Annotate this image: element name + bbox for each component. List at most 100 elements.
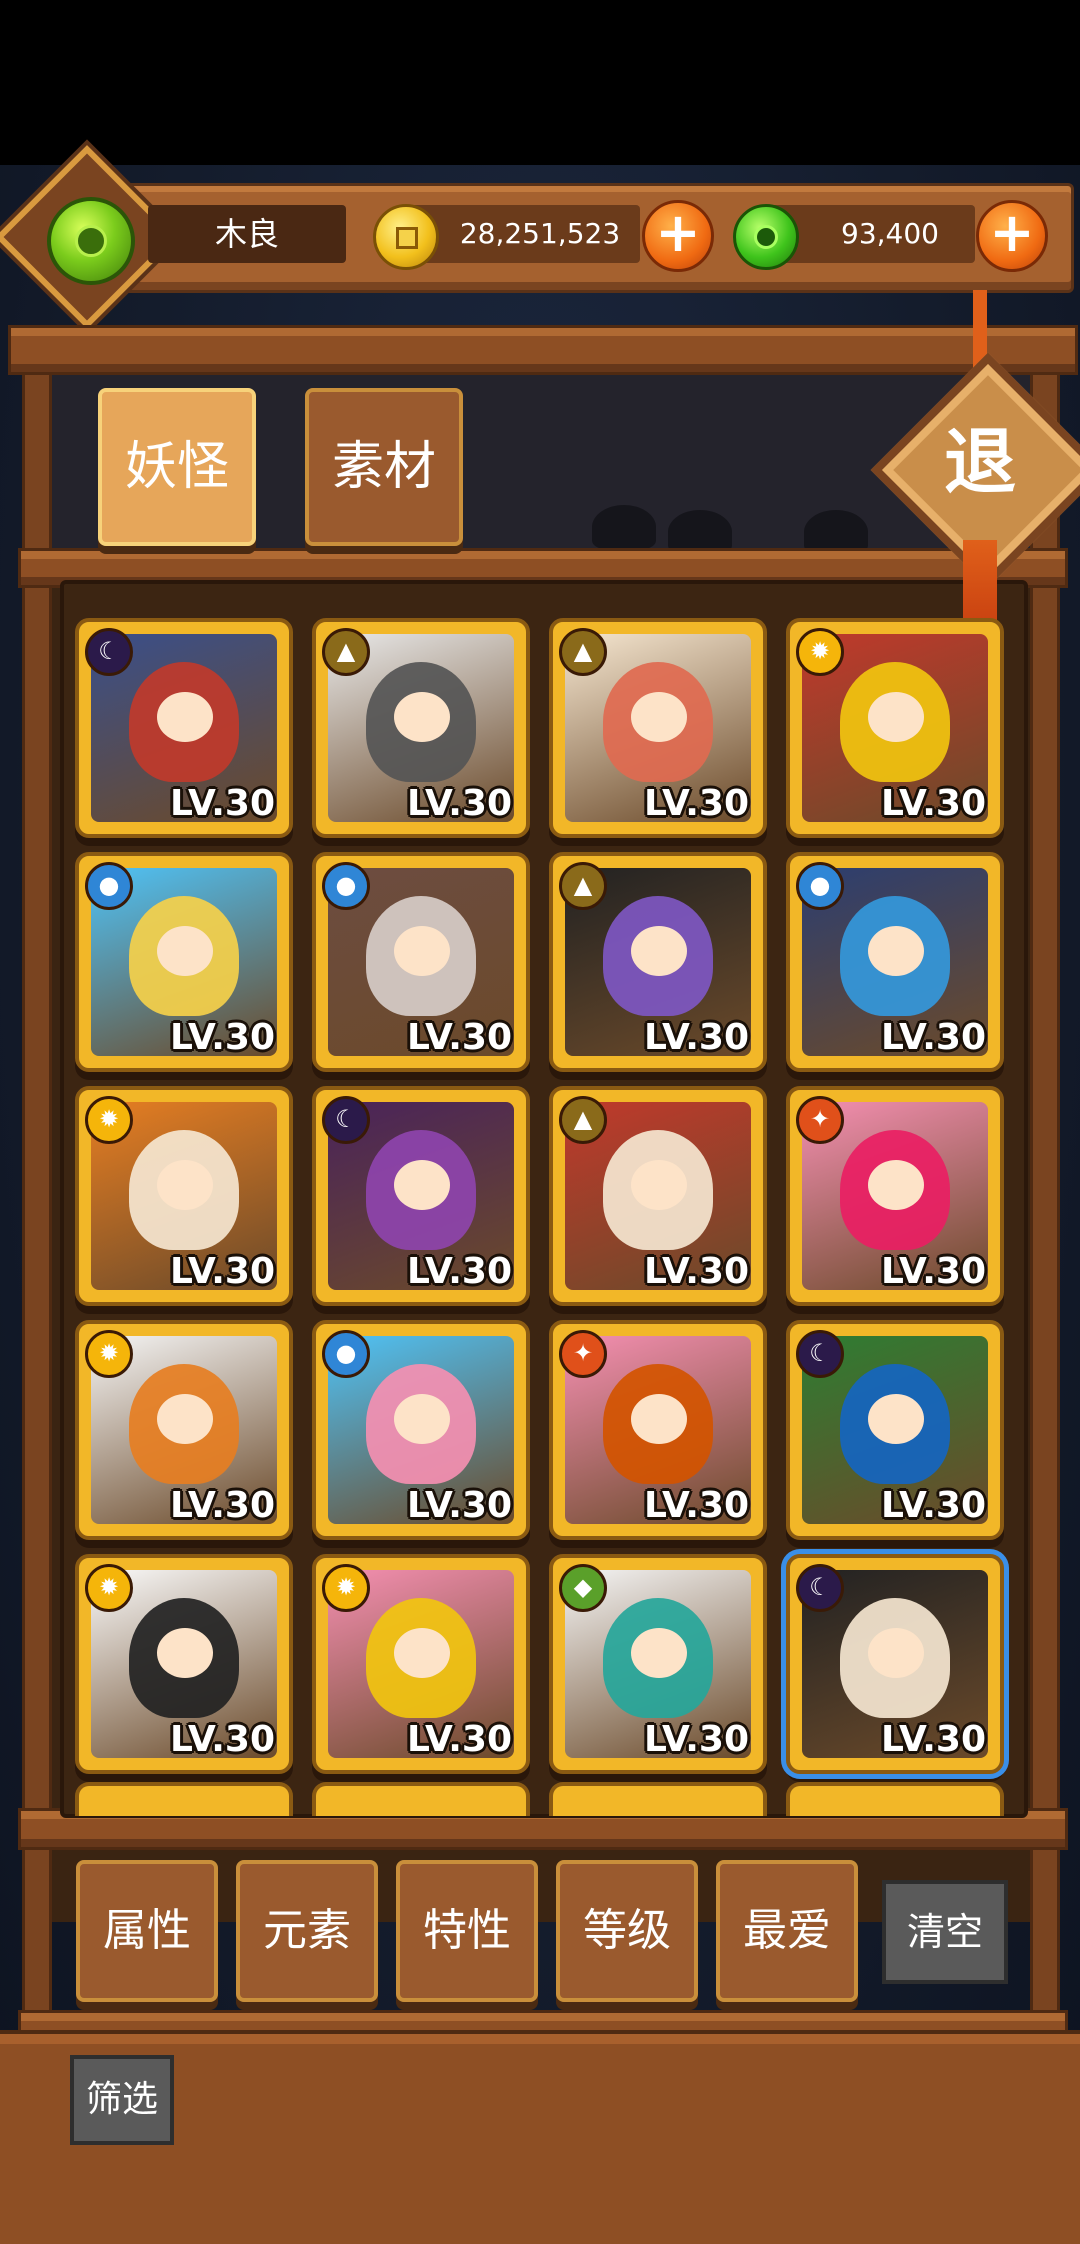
cabinet-post-left <box>22 345 52 2041</box>
monster-face <box>394 926 450 976</box>
monster-face <box>394 1394 450 1444</box>
monster-card[interactable]: ▲ LV.30 <box>549 852 767 1072</box>
filter-button[interactable]: 筛选 <box>70 2055 174 2145</box>
water-icon: ● <box>322 1330 370 1378</box>
monster-face <box>868 1628 924 1678</box>
monster-card[interactable]: ◆ LV.30 <box>549 1554 767 1774</box>
monster-level: LV.30 <box>170 1017 275 1058</box>
monster-card[interactable]: ▲ LV.30 <box>312 618 530 838</box>
monster-card[interactable]: ☾ LV.30 <box>786 1320 1004 1540</box>
monster-face <box>157 692 213 742</box>
monster-level: LV.30 <box>644 1251 749 1292</box>
monster-card[interactable]: ✹ LV.30 <box>312 1554 530 1774</box>
top-black-area <box>0 0 1080 165</box>
water-icon: ● <box>85 862 133 910</box>
moon-icon: ☾ <box>796 1330 844 1378</box>
monster-level: LV.30 <box>881 1485 986 1526</box>
monster-face <box>631 1160 687 1210</box>
monster-face <box>631 1628 687 1678</box>
monster-face <box>157 926 213 976</box>
monster-card[interactable]: ● LV.30 <box>75 852 293 1072</box>
monster-level: LV.30 <box>881 1719 986 1760</box>
filter-trait-button[interactable]: 特性 <box>396 1860 538 2002</box>
cabinet-post-right <box>1030 345 1060 2041</box>
earth-icon: ▲ <box>559 1096 607 1144</box>
monster-face <box>157 1160 213 1210</box>
cabinet-top-beam <box>8 325 1078 375</box>
monster-level: LV.30 <box>407 1719 512 1760</box>
monster-card-partial[interactable] <box>75 1782 293 1816</box>
monster-card[interactable]: ☾ LV.30 <box>312 1086 530 1306</box>
monster-level: LV.30 <box>881 1017 986 1058</box>
earth-icon: ▲ <box>559 862 607 910</box>
sun-icon: ✹ <box>796 628 844 676</box>
exit-tassel <box>963 540 997 630</box>
filter-favorite-button[interactable]: 最爱 <box>716 1860 858 2002</box>
tab-materials[interactable]: 素材 <box>305 388 463 546</box>
monster-card-partial[interactable] <box>549 1782 767 1816</box>
monster-card[interactable]: ● LV.30 <box>312 852 530 1072</box>
monster-card[interactable]: ☾ LV.30 <box>786 1554 1004 1774</box>
monster-level: LV.30 <box>170 783 275 824</box>
monster-face <box>631 692 687 742</box>
monster-face <box>157 1628 213 1678</box>
earth-icon: ▲ <box>559 628 607 676</box>
monster-face <box>868 1160 924 1210</box>
monster-card[interactable]: ✦ LV.30 <box>786 1086 1004 1306</box>
clear-button[interactable]: 清空 <box>882 1880 1008 1984</box>
monster-card[interactable]: ▲ LV.30 <box>549 1086 767 1306</box>
moon-icon: ☾ <box>322 1096 370 1144</box>
shadow-creature <box>592 505 656 549</box>
monster-level: LV.30 <box>881 783 986 824</box>
player-name: 木良 <box>214 215 279 253</box>
monster-level: LV.30 <box>644 1485 749 1526</box>
gold-amount: 28,251,523 <box>459 217 621 250</box>
monster-card[interactable]: ● LV.30 <box>312 1320 530 1540</box>
monster-card[interactable]: ✹ LV.30 <box>75 1320 293 1540</box>
monster-level: LV.30 <box>644 1719 749 1760</box>
monster-face <box>868 692 924 742</box>
monster-level: LV.30 <box>170 1485 275 1526</box>
monster-level: LV.30 <box>407 783 512 824</box>
monster-face <box>631 1394 687 1444</box>
monster-card-partial[interactable] <box>312 1782 530 1816</box>
fire-icon: ✦ <box>796 1096 844 1144</box>
avatar[interactable] <box>47 197 135 285</box>
moon-icon: ☾ <box>796 1564 844 1612</box>
monster-face <box>868 1394 924 1444</box>
monster-card-partial[interactable] <box>786 1782 1004 1816</box>
monster-face <box>394 1628 450 1678</box>
monster-face <box>157 1394 213 1444</box>
filter-attribute-button[interactable]: 属性 <box>76 1860 218 2002</box>
gold-coin-icon <box>373 204 439 270</box>
monster-level: LV.30 <box>644 783 749 824</box>
exit-label[interactable]: 退 <box>905 387 1055 537</box>
jade-coin-icon <box>733 204 799 270</box>
sun-icon: ✹ <box>85 1330 133 1378</box>
monster-card[interactable]: ✹ LV.30 <box>75 1086 293 1306</box>
monster-card[interactable]: ☾ LV.30 <box>75 618 293 838</box>
add-jade-button[interactable]: + <box>976 200 1048 272</box>
fire-icon: ✦ <box>559 1330 607 1378</box>
monster-card[interactable]: ✦ LV.30 <box>549 1320 767 1540</box>
monster-level: LV.30 <box>170 1251 275 1292</box>
water-icon: ● <box>322 862 370 910</box>
water-icon: ● <box>796 862 844 910</box>
monster-level: LV.30 <box>644 1017 749 1058</box>
tab-monsters[interactable]: 妖怪 <box>98 388 256 546</box>
earth-icon: ▲ <box>322 628 370 676</box>
monster-card[interactable]: ▲ LV.30 <box>549 618 767 838</box>
leaf-icon: ◆ <box>559 1564 607 1612</box>
add-gold-button[interactable]: + <box>642 200 714 272</box>
filter-element-button[interactable]: 元素 <box>236 1860 378 2002</box>
monster-level: LV.30 <box>407 1485 512 1526</box>
monster-card[interactable]: ● LV.30 <box>786 852 1004 1072</box>
monster-face <box>394 1160 450 1210</box>
filter-level-button[interactable]: 等级 <box>556 1860 698 2002</box>
monster-card[interactable]: ✹ LV.30 <box>786 618 1004 838</box>
moon-icon: ☾ <box>85 628 133 676</box>
monster-card[interactable]: ✹ LV.30 <box>75 1554 293 1774</box>
sun-icon: ✹ <box>322 1564 370 1612</box>
monster-level: LV.30 <box>881 1251 986 1292</box>
monster-face <box>631 926 687 976</box>
